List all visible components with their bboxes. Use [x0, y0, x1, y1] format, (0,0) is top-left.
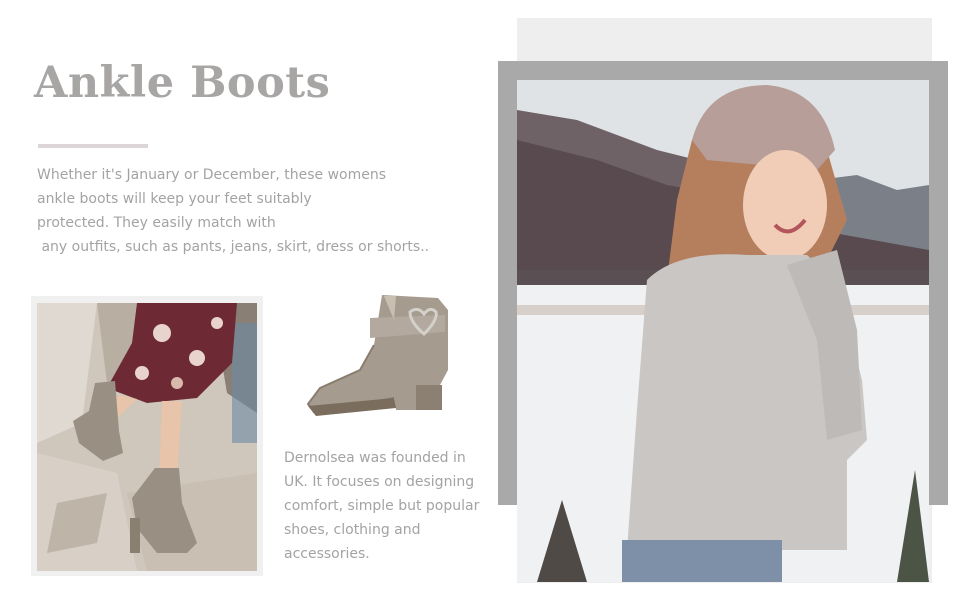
about-line: UK. It focuses on designing — [284, 474, 475, 490]
about-line: comfort, simple but popular — [284, 498, 480, 514]
intro-line: any outfits, such as pants, jeans, skirt… — [37, 239, 430, 255]
intro-line: Whether it's January or December, these … — [37, 167, 387, 183]
about-line: shoes, clothing and — [284, 522, 421, 538]
about-line: Dernolsea was founded in — [284, 450, 466, 466]
legs-photo — [37, 303, 257, 571]
portrait-photo — [517, 80, 929, 582]
boot-product-image — [300, 290, 460, 425]
page-title: Ankle Boots — [34, 58, 331, 108]
about-line: accessories. — [284, 546, 370, 562]
intro-line: ankle boots will keep your feet suitably — [37, 191, 312, 207]
title-underline — [38, 144, 148, 148]
intro-paragraph: Whether it's January or December, these … — [37, 163, 457, 259]
about-paragraph: Dernolsea was founded in UK. It focuses … — [284, 446, 484, 566]
intro-line: protected. They easily match with — [37, 215, 276, 231]
